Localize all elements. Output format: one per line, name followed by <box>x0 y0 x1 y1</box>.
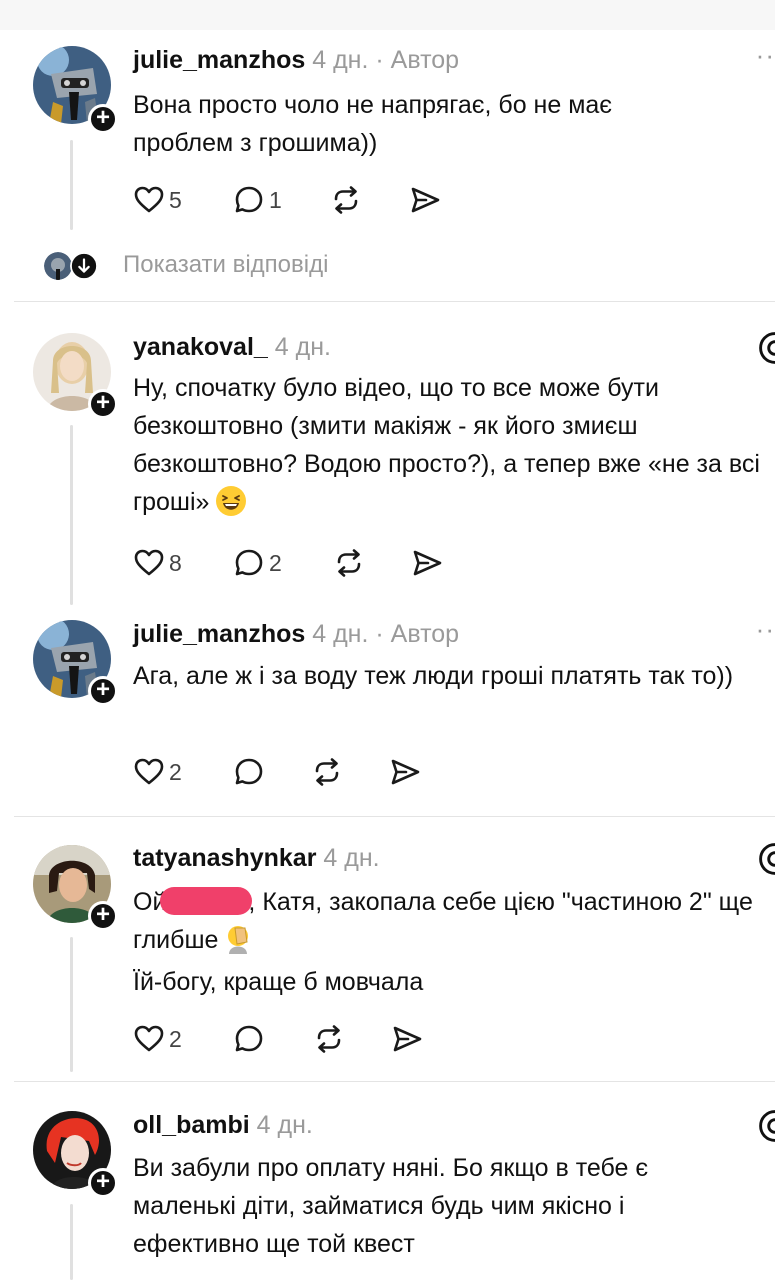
send-icon <box>409 184 441 216</box>
post-time: 4 дн. <box>312 46 369 74</box>
username[interactable]: oll_bambi <box>133 1111 250 1139</box>
username[interactable]: julie_manzhos <box>133 46 305 74</box>
follow-plus-button[interactable]: + <box>88 676 118 706</box>
post-text: Вона просто чоло не напрягає, бо не має … <box>133 91 613 157</box>
action-bar: 5 1 <box>133 182 533 218</box>
heart-icon <box>133 547 165 579</box>
username[interactable]: tatyanashynkar <box>133 844 316 872</box>
post-time: 4 дн. <box>312 620 369 648</box>
post-header: julie_manzhos 4 дн. · Автор <box>133 619 459 649</box>
separator: · <box>375 620 384 648</box>
repost-icon <box>330 184 362 216</box>
username[interactable]: julie_manzhos <box>133 620 305 648</box>
comment-icon <box>233 756 265 788</box>
post-header: tatyanashynkar 4 дн. <box>133 843 380 873</box>
thread-line <box>70 937 73 1072</box>
thread-line <box>70 425 73 605</box>
separator: · <box>375 46 384 74</box>
post-text: Ви забули про оплату няні. Бо якщо в теб… <box>133 1154 649 1258</box>
post-oll-bambi: + oll_bambi 4 дн. Ви забули про оплату н… <box>0 1082 775 1280</box>
author-tag: Автор <box>390 46 460 74</box>
comment-icon <box>233 547 265 579</box>
post-julie-1: + julie_manzhos 4 дн. · Автор ·· Вона пр… <box>0 0 775 300</box>
share-button[interactable] <box>389 754 421 790</box>
username[interactable]: yanakoval_ <box>133 333 268 361</box>
like-button[interactable]: 8 <box>133 545 182 581</box>
repost-icon <box>313 1023 345 1055</box>
face-palm-icon <box>225 924 251 954</box>
follow-plus-button[interactable]: + <box>88 389 118 419</box>
reply-avatar <box>44 252 72 280</box>
mention-icon[interactable] <box>755 1108 775 1144</box>
author-tag: Автор <box>390 620 460 648</box>
post-text: Ну, спочатку було відео, що то все може … <box>133 369 775 521</box>
reply-count: 2 <box>269 549 282 576</box>
reply-count: 1 <box>269 186 282 213</box>
action-bar: 8 2 <box>133 545 533 581</box>
follow-plus-button[interactable]: + <box>88 104 118 134</box>
post-text: Ага, але ж і за воду теж люди гроші плат… <box>133 662 734 690</box>
like-count: 2 <box>169 758 182 785</box>
post-time: 4 дн. <box>274 333 331 361</box>
post-header: julie_manzhos 4 дн. · Автор <box>133 45 459 75</box>
chevron-down-icon <box>70 252 98 280</box>
comment-icon <box>233 184 265 216</box>
thread-line <box>70 1204 73 1280</box>
post-header: yanakoval_ 4 дн. <box>133 332 331 362</box>
show-replies-label[interactable]: Показати відповіді <box>123 251 328 279</box>
repost-button[interactable] <box>311 754 343 790</box>
more-options-icon[interactable]: ·· <box>756 614 775 645</box>
send-icon <box>389 756 421 788</box>
reply-button[interactable] <box>233 1021 265 1057</box>
follow-plus-button[interactable]: + <box>88 1168 118 1198</box>
redaction-mark <box>160 887 253 915</box>
action-bar: 2 <box>133 754 533 790</box>
repost-button[interactable] <box>333 545 365 581</box>
like-button[interactable]: 2 <box>133 754 182 790</box>
share-button[interactable] <box>391 1021 423 1057</box>
share-button[interactable] <box>409 182 441 218</box>
reply-button[interactable]: 1 <box>233 182 282 218</box>
action-bar: 2 <box>133 1021 533 1057</box>
repost-icon <box>311 756 343 788</box>
heart-icon <box>133 1023 165 1055</box>
post-text-line2: Їй-богу, краще б мовчала <box>133 968 424 996</box>
repost-button[interactable] <box>313 1021 345 1057</box>
grinning-squinting-face-icon <box>216 486 247 516</box>
post-time: 4 дн. <box>323 844 380 872</box>
send-icon <box>391 1023 423 1055</box>
post-tatyanashynkar: + tatyanashynkar 4 дн. Ой, Катя, закопал… <box>0 817 775 1081</box>
post-yanakoval: + yanakoval_ 4 дн. Ну, спочатку було від… <box>0 302 775 614</box>
like-count: 2 <box>169 1025 182 1052</box>
like-count: 8 <box>169 549 182 576</box>
post-julie-2: + julie_manzhos 4 дн. · Автор ·· Ага, ал… <box>0 614 775 816</box>
send-icon <box>411 547 443 579</box>
repost-icon <box>333 547 365 579</box>
heart-icon <box>133 756 165 788</box>
post-time: 4 дн. <box>256 1111 313 1139</box>
post-text-line1: Ой, Катя, закопала себе цією "частиною 2… <box>133 883 773 959</box>
mention-icon[interactable] <box>755 330 775 366</box>
repost-button[interactable] <box>330 182 362 218</box>
like-button[interactable]: 5 <box>133 182 182 218</box>
like-button[interactable]: 2 <box>133 1021 182 1057</box>
thread-line <box>70 140 73 230</box>
post-header: oll_bambi 4 дн. <box>133 1110 313 1140</box>
share-button[interactable] <box>411 545 443 581</box>
reply-button[interactable] <box>233 754 265 790</box>
post-text: Ой, Катя, закопала себе цією "частиною 2… <box>133 883 773 1001</box>
comment-icon <box>233 1023 265 1055</box>
like-count: 5 <box>169 186 182 213</box>
heart-icon <box>133 184 165 216</box>
more-options-icon[interactable]: ·· <box>756 40 775 71</box>
reply-button[interactable]: 2 <box>233 545 282 581</box>
mention-icon[interactable] <box>755 841 775 877</box>
follow-plus-button[interactable]: + <box>88 901 118 931</box>
show-replies-row[interactable]: Показати відповіді <box>0 248 775 284</box>
